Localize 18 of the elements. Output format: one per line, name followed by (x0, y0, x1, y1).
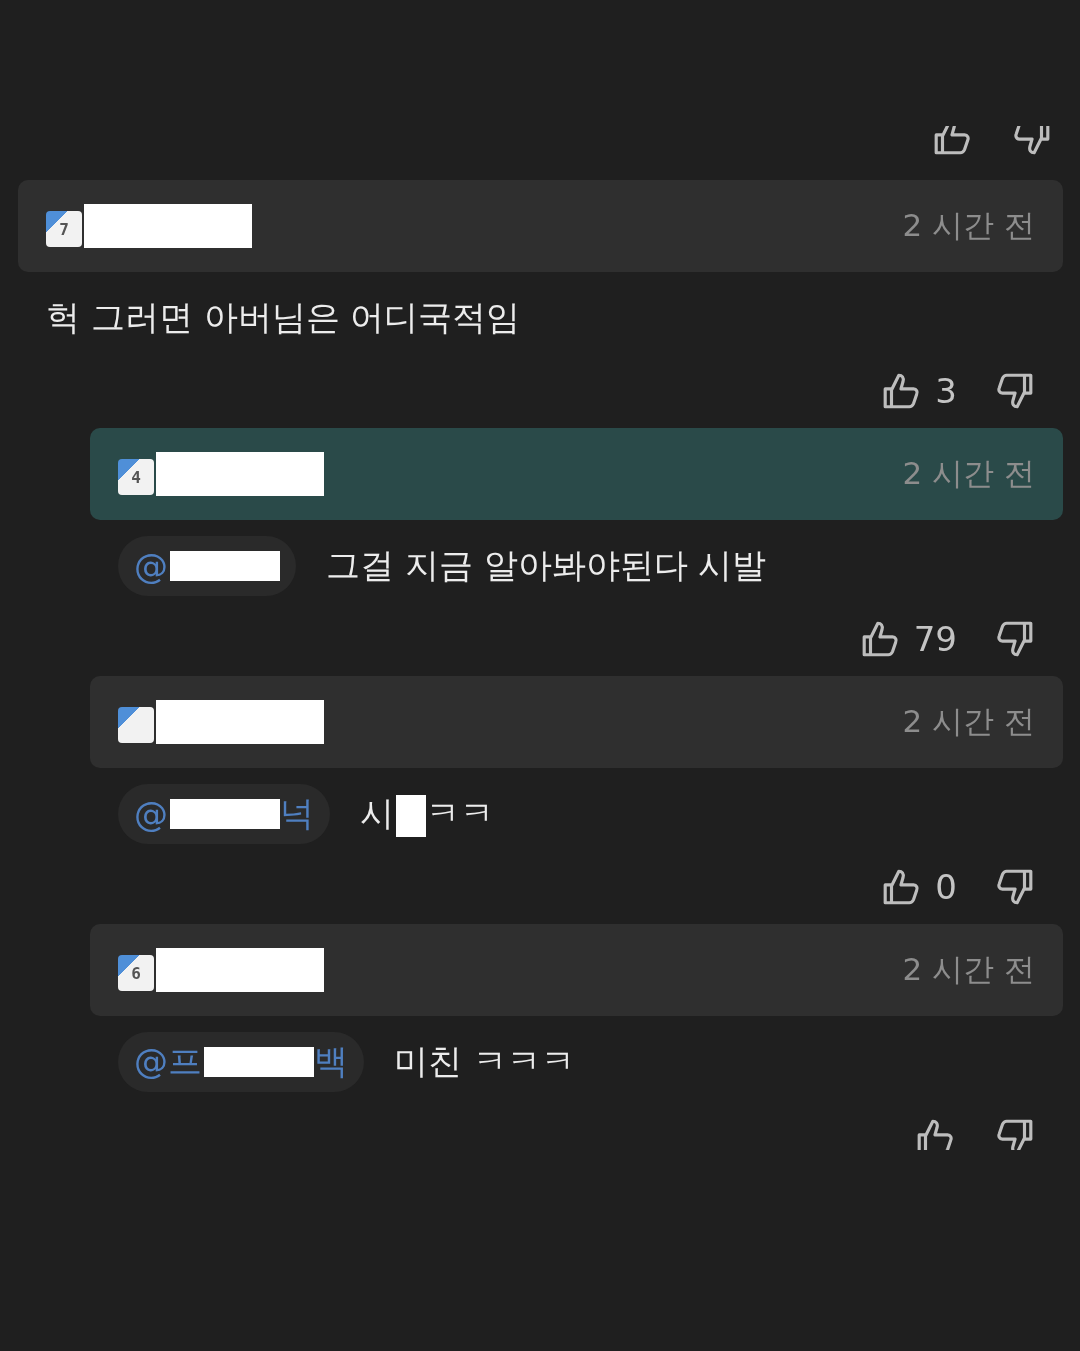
comment-time: 2 시간 전 (902, 206, 1035, 245)
level-badge: 7 (46, 211, 82, 247)
comment-time: 2 시간 전 (902, 950, 1035, 989)
like-count: 79 (913, 619, 957, 659)
comment-text: 미친 ㅋㅋㅋ (394, 1040, 575, 1083)
level-badge: 6 (118, 955, 154, 991)
comment-time: 2 시간 전 (902, 454, 1035, 493)
level-badge: 4 (118, 459, 154, 495)
mention-tag[interactable]: @프 백 (118, 1032, 364, 1092)
mention-tag[interactable]: @ 넉 (118, 784, 330, 844)
like-count: 3 (935, 371, 957, 411)
comment-text: 시 ㅋㅋ (360, 791, 494, 837)
level-badge (118, 707, 154, 743)
mention-tag[interactable]: @ (118, 536, 296, 596)
comment-text: 그걸 지금 알아봐야된다 시발 (326, 544, 767, 587)
like-count: 0 (935, 867, 957, 907)
comment-text: 헉 그러면 아버님은 어디국적임 (46, 296, 521, 339)
comment-time: 2 시간 전 (902, 702, 1035, 741)
